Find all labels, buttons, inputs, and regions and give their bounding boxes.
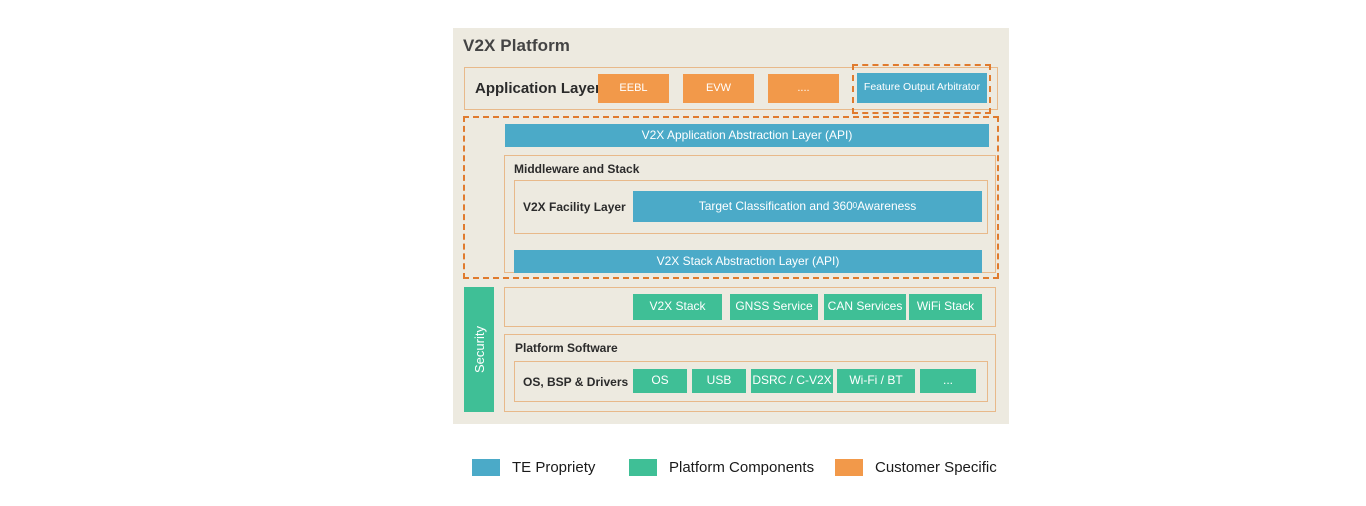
app-chip-eebl[interactable]: EEBL: [598, 74, 669, 103]
target-classification-text-prefix: Target Classification and 360: [698, 198, 853, 213]
app-chip-more[interactable]: ....: [768, 74, 839, 103]
legend-item-te-propriety: TE Propriety: [472, 452, 595, 482]
legend-label-customer-specific: Customer Specific: [875, 458, 997, 476]
app-chip-evw[interactable]: EVW: [683, 74, 754, 103]
driver-chip-os[interactable]: OS: [633, 369, 687, 393]
legend-label-platform-components: Platform Components: [669, 458, 815, 476]
v2x-application-abstraction-layer-bar[interactable]: V2X Application Abstraction Layer (API): [505, 124, 989, 147]
legend-swatch-customer-specific: [835, 458, 863, 476]
legend: TE Propriety Platform Components Custome…: [453, 452, 1013, 482]
v2x-stack-abstraction-layer-bar[interactable]: V2X Stack Abstraction Layer (API): [514, 250, 982, 273]
security-vertical-bar[interactable]: Security: [464, 287, 494, 412]
legend-item-customer-specific: Customer Specific: [835, 452, 997, 482]
application-layer-label: Application Layer: [475, 80, 601, 97]
stack-service-can[interactable]: CAN Services: [824, 294, 906, 320]
v2x-platform-panel: V2X Platform Application Layer EEBL EVW …: [453, 28, 1009, 424]
security-label: Security: [471, 326, 487, 373]
stack-service-gnss[interactable]: GNSS Service: [730, 294, 818, 320]
legend-swatch-te-propriety: [472, 458, 500, 476]
v2x-facility-layer-label: V2X Facility Layer: [523, 200, 626, 214]
driver-chip-dsrc-cv2x[interactable]: DSRC / C-V2X: [751, 369, 833, 393]
os-bsp-drivers-label: OS, BSP & Drivers: [523, 374, 629, 389]
middleware-and-stack-label: Middleware and Stack: [514, 162, 640, 176]
feature-output-arbitrator-chip[interactable]: Feature Output Arbitrator: [857, 73, 987, 103]
target-classification-awareness-box[interactable]: Target Classification and 360 0 Awareness: [633, 191, 982, 222]
platform-software-label: Platform Software: [515, 341, 618, 355]
stack-service-wifi[interactable]: WiFi Stack: [909, 294, 982, 320]
driver-chip-usb[interactable]: USB: [692, 369, 746, 393]
page-title: V2X Platform: [463, 36, 571, 55]
driver-chip-more[interactable]: ...: [920, 369, 976, 393]
target-classification-text-suffix: Awareness: [857, 198, 917, 213]
legend-swatch-platform-components: [629, 458, 657, 476]
stack-service-v2x-stack[interactable]: V2X Stack: [633, 294, 722, 320]
legend-label-te-propriety: TE Propriety: [512, 458, 596, 476]
driver-chip-wifi-bt[interactable]: Wi-Fi / BT: [837, 369, 915, 393]
legend-item-platform-components: Platform Components: [629, 452, 814, 482]
